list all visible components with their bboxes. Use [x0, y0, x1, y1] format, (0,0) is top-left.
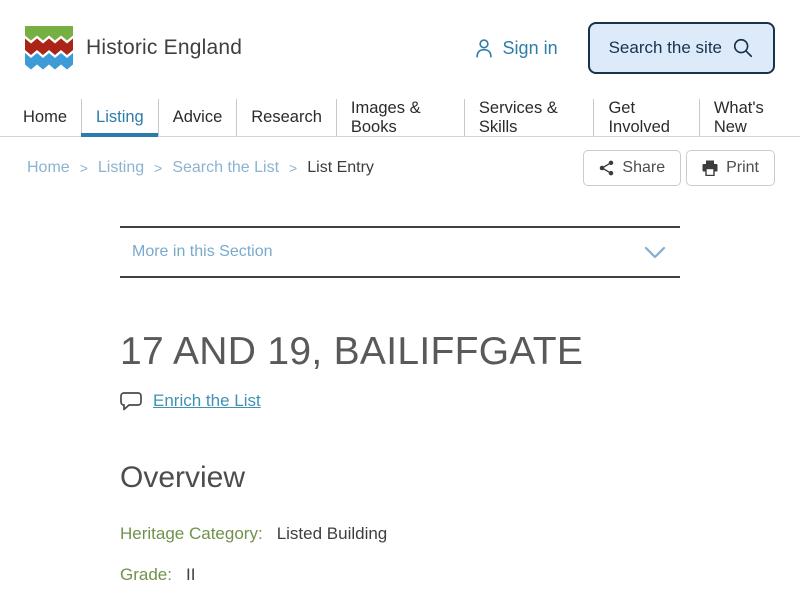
overview-heading: Overview	[120, 461, 246, 494]
more-in-section-dropdown[interactable]: More in this Section	[120, 226, 680, 278]
enrich-the-list-link[interactable]: Enrich the List	[153, 391, 261, 411]
breadcrumb-item[interactable]: Listing	[98, 159, 144, 177]
site-header: Historic England Sign in Search the site	[0, 0, 800, 99]
breadcrumb-item[interactable]: Search the List	[172, 159, 279, 177]
field-label: Grade:	[120, 565, 172, 584]
chevron-down-icon	[644, 246, 666, 258]
brand-name: Historic England	[86, 36, 243, 59]
sign-in-link[interactable]: Sign in	[473, 37, 558, 59]
field-row: Heritage Category: Listed Building	[120, 524, 680, 544]
nav-item-what-s-new[interactable]: What's New	[698, 99, 800, 136]
search-site-button[interactable]: Search the site	[587, 22, 775, 74]
user-icon	[475, 39, 492, 58]
brand[interactable]: Historic England	[25, 25, 243, 71]
breadcrumb-separator: >	[289, 160, 298, 176]
nav-item-listing[interactable]: Listing	[81, 99, 158, 137]
breadcrumb-item: List Entry	[307, 159, 374, 176]
share-label: Share	[622, 159, 666, 176]
overview-fields: Heritage Category: Listed Building Grade: I…	[120, 524, 680, 585]
breadcrumb-item[interactable]: Home	[27, 159, 70, 177]
enrich-the-list: Enrich the List	[120, 391, 680, 411]
breadcrumb-separator: >	[154, 160, 163, 176]
speech-bubble-icon	[120, 391, 142, 410]
print-icon	[702, 160, 718, 176]
search-site-label: Search the site	[608, 38, 722, 57]
field-value: II	[185, 565, 196, 584]
sign-in-label: Sign in	[502, 37, 558, 58]
field-row: Grade: II	[120, 565, 680, 585]
breadcrumb: Home > Listing > Search the List > List Entry	[27, 159, 374, 177]
breadcrumb-separator: >	[79, 160, 88, 176]
page-title: 17 AND 19, BAILIFFGATE	[120, 330, 584, 373]
breadcrumb-row: Home > Listing > Search the List > List Entry …	[0, 137, 800, 186]
share-icon	[600, 160, 614, 176]
main-nav: Home Listing Advice Research Images & Books S…	[0, 99, 800, 137]
nav-item-research[interactable]: Research	[236, 99, 336, 136]
nav-item-get-involved[interactable]: Get Involved	[593, 99, 698, 136]
historic-england-logo-icon	[25, 25, 73, 69]
search-icon	[733, 38, 753, 58]
field-label: Heritage Category:	[120, 524, 263, 543]
nav-item-advice[interactable]: Advice	[157, 99, 237, 136]
share-button[interactable]: Share	[583, 150, 682, 186]
nav-item-services-skills[interactable]: Services & Skills	[463, 99, 594, 136]
nav-item-home[interactable]: Home	[9, 99, 81, 136]
field-value: Listed Building	[276, 524, 388, 543]
nav-item-images-books[interactable]: Images & Books	[335, 99, 464, 136]
main-content: More in this Section 17 AND 19, BAILIFFG…	[120, 226, 680, 585]
print-label: Print	[726, 159, 759, 176]
more-in-section-label: More in this Section	[132, 243, 273, 260]
document-actions: Share Print	[583, 150, 775, 186]
print-button[interactable]: Print	[686, 150, 775, 186]
